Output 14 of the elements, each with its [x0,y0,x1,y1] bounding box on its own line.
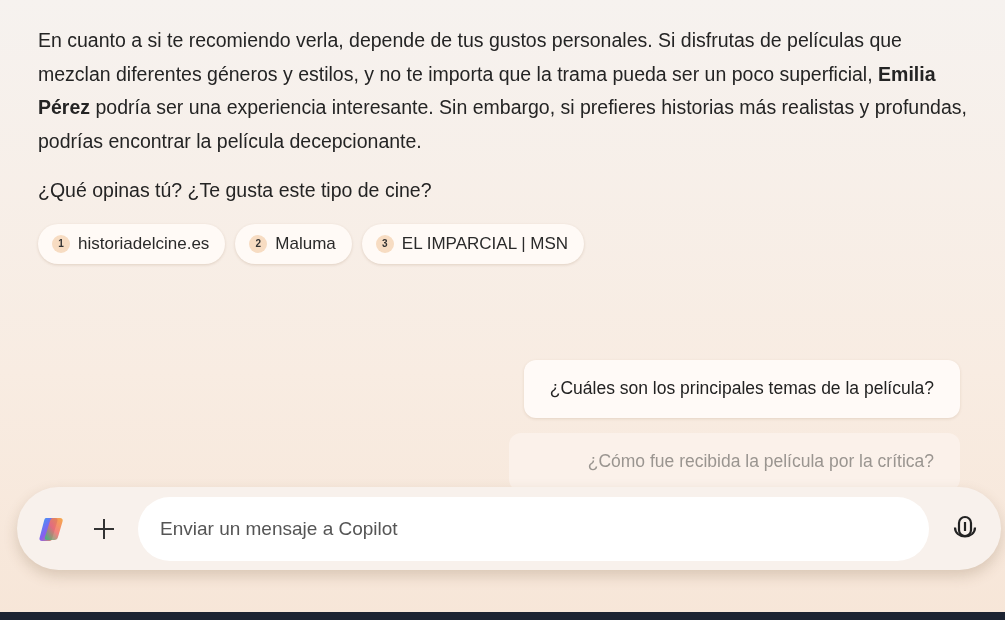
citation-label: historiadelcine.es [78,233,210,254]
message-input-field[interactable]: Enviar un mensaje a Copilot [138,496,929,561]
citation-chip[interactable]: 3 EL IMPARCIAL | MSN [361,223,585,264]
message-paragraph: En cuanto a si te recomiendo verla, depende de tus gustos personales. Si disfrutas de películas que mezclan diferentes géneros y estilos, y no te importa que la trama pueda ser un poco superficial, Emilia Pérez podría ser una experiencia interesante. Sin embargo, si prefieres historias más realistas y profundas, podrías encontrar la película decepcionante. [38,28,968,154]
citation-number: 3 [375,234,394,253]
plus-icon[interactable] [92,516,116,541]
citation-label: EL IMPARCIAL | MSN [401,233,569,254]
citation-number: 1 [52,234,70,253]
citation-label: Maluma [275,233,336,254]
message-paragraph: ¿Qué opinas tú? ¿Te gusta este tipo de cine? [38,178,433,203]
citation-chip[interactable]: 2 Maluma [235,223,352,264]
citation-chip[interactable]: 1 historiadelcine.es [38,223,226,264]
suggestion-button[interactable]: ¿Cuáles son los principales temas de la película? [523,359,960,418]
citation-number: 2 [249,234,268,253]
